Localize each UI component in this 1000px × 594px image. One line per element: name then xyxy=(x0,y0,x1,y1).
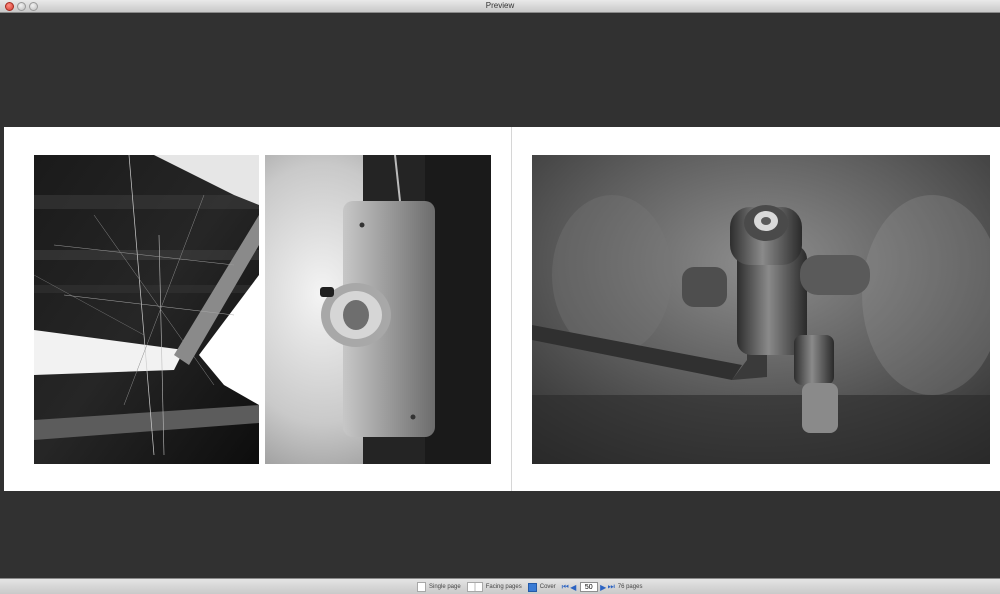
facing-pages-icon xyxy=(466,582,483,592)
photo-faucet[interactable] xyxy=(532,155,990,464)
cover-icon xyxy=(527,582,537,592)
last-page-icon[interactable]: ⏭ xyxy=(608,582,615,592)
cobweb-photo-icon xyxy=(34,155,259,464)
facing-pages-control[interactable]: Facing pages xyxy=(466,582,522,592)
spread-fold xyxy=(511,127,512,491)
view-controls: Single page Facing pages Cover ⏮ ◀ ▶ ⏭ 7… xyxy=(417,581,642,593)
single-page-icon xyxy=(417,582,426,592)
page-count-label: 76 pages xyxy=(617,584,643,590)
cover-control[interactable]: Cover xyxy=(527,582,556,592)
cover-label: Cover xyxy=(539,584,556,590)
page-number-input[interactable] xyxy=(579,582,598,592)
single-page-label: Single page xyxy=(429,584,461,590)
next-page-icon[interactable]: ▶ xyxy=(600,583,607,592)
window-title: Preview xyxy=(485,1,515,10)
page-spread xyxy=(4,127,1000,491)
preview-canvas xyxy=(0,14,1000,578)
photo-cobweb[interactable] xyxy=(34,155,259,464)
single-page-control[interactable]: Single page xyxy=(417,582,461,592)
first-page-icon[interactable]: ⏮ xyxy=(562,582,569,592)
faucet-photo-icon xyxy=(532,155,990,464)
previous-page-icon[interactable]: ◀ xyxy=(570,583,577,592)
title-bar[interactable]: Preview xyxy=(0,0,1000,13)
bottom-toolbar: Single page Facing pages Cover ⏮ ◀ ▶ ⏭ 7… xyxy=(0,578,1000,594)
preview-window: Preview Single page Facing pages Cover ⏮… xyxy=(0,0,1000,594)
facing-pages-label: Facing pages xyxy=(485,584,522,590)
light-switch-photo-icon xyxy=(265,155,491,464)
photo-light-switch[interactable] xyxy=(265,155,491,464)
